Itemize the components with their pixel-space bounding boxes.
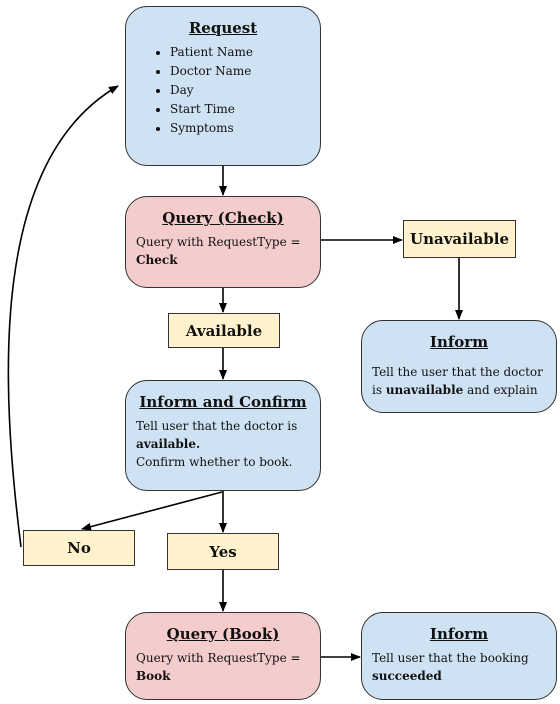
text-part: and explain	[463, 383, 538, 397]
text-part: is	[372, 383, 386, 397]
flowchart: Request Patient Name Doctor Name Day Sta…	[0, 0, 560, 704]
inform-confirm-title: Inform and Confirm	[139, 393, 307, 411]
field-item: Day	[170, 81, 320, 100]
inform-confirm-box: Inform and Confirm Tell user that the do…	[125, 380, 321, 491]
request-fields: Patient Name Doctor Name Day Start Time …	[126, 43, 320, 138]
arrow-confirm-to-no	[81, 491, 223, 531]
field-item: Doctor Name	[170, 62, 320, 81]
inform-unavailable-text: Tell the user that the doctor	[372, 365, 543, 379]
field-item: Start Time	[170, 100, 320, 119]
field-item: Symptoms	[170, 119, 320, 138]
query-check-box: Query (Check) Query with RequestType = Ch…	[125, 196, 321, 288]
available-label: Available	[168, 313, 280, 348]
inform-confirm-text: Tell user that the doctor is	[136, 419, 298, 433]
query-book-text: Query with RequestType =	[136, 651, 301, 665]
inform-success-box: Inform Tell user that the booking succeed…	[361, 612, 557, 700]
no-label: No	[23, 530, 135, 566]
inform-unavailable-box: Inform Tell the user that the doctor is u…	[361, 320, 557, 413]
text-bold: succeeded	[372, 669, 442, 683]
request-box: Request Patient Name Doctor Name Day Sta…	[125, 6, 321, 166]
request-title: Request	[188, 19, 258, 37]
inform-unavailable-title: Inform	[429, 333, 489, 351]
query-book-title: Query (Book)	[166, 625, 280, 643]
yes-label: Yes	[167, 533, 279, 570]
inform-success-text: Tell user that the booking	[372, 651, 529, 665]
query-book-type: Book	[136, 669, 171, 683]
text-bold: unavailable	[385, 383, 464, 397]
query-check-text: Query with RequestType =	[136, 235, 301, 249]
query-book-box: Query (Book) Query with RequestType = Boo…	[125, 612, 321, 700]
unavailable-label: Unavailable	[403, 220, 516, 258]
field-item: Patient Name	[170, 43, 320, 62]
inform-confirm-text2: Confirm whether to book.	[136, 455, 293, 469]
arrow-no-to-request	[7, 85, 119, 548]
query-check-type: Check	[136, 253, 178, 267]
text-bold: available.	[136, 437, 201, 451]
inform-success-title: Inform	[429, 625, 489, 643]
query-check-title: Query (Check)	[162, 209, 284, 227]
